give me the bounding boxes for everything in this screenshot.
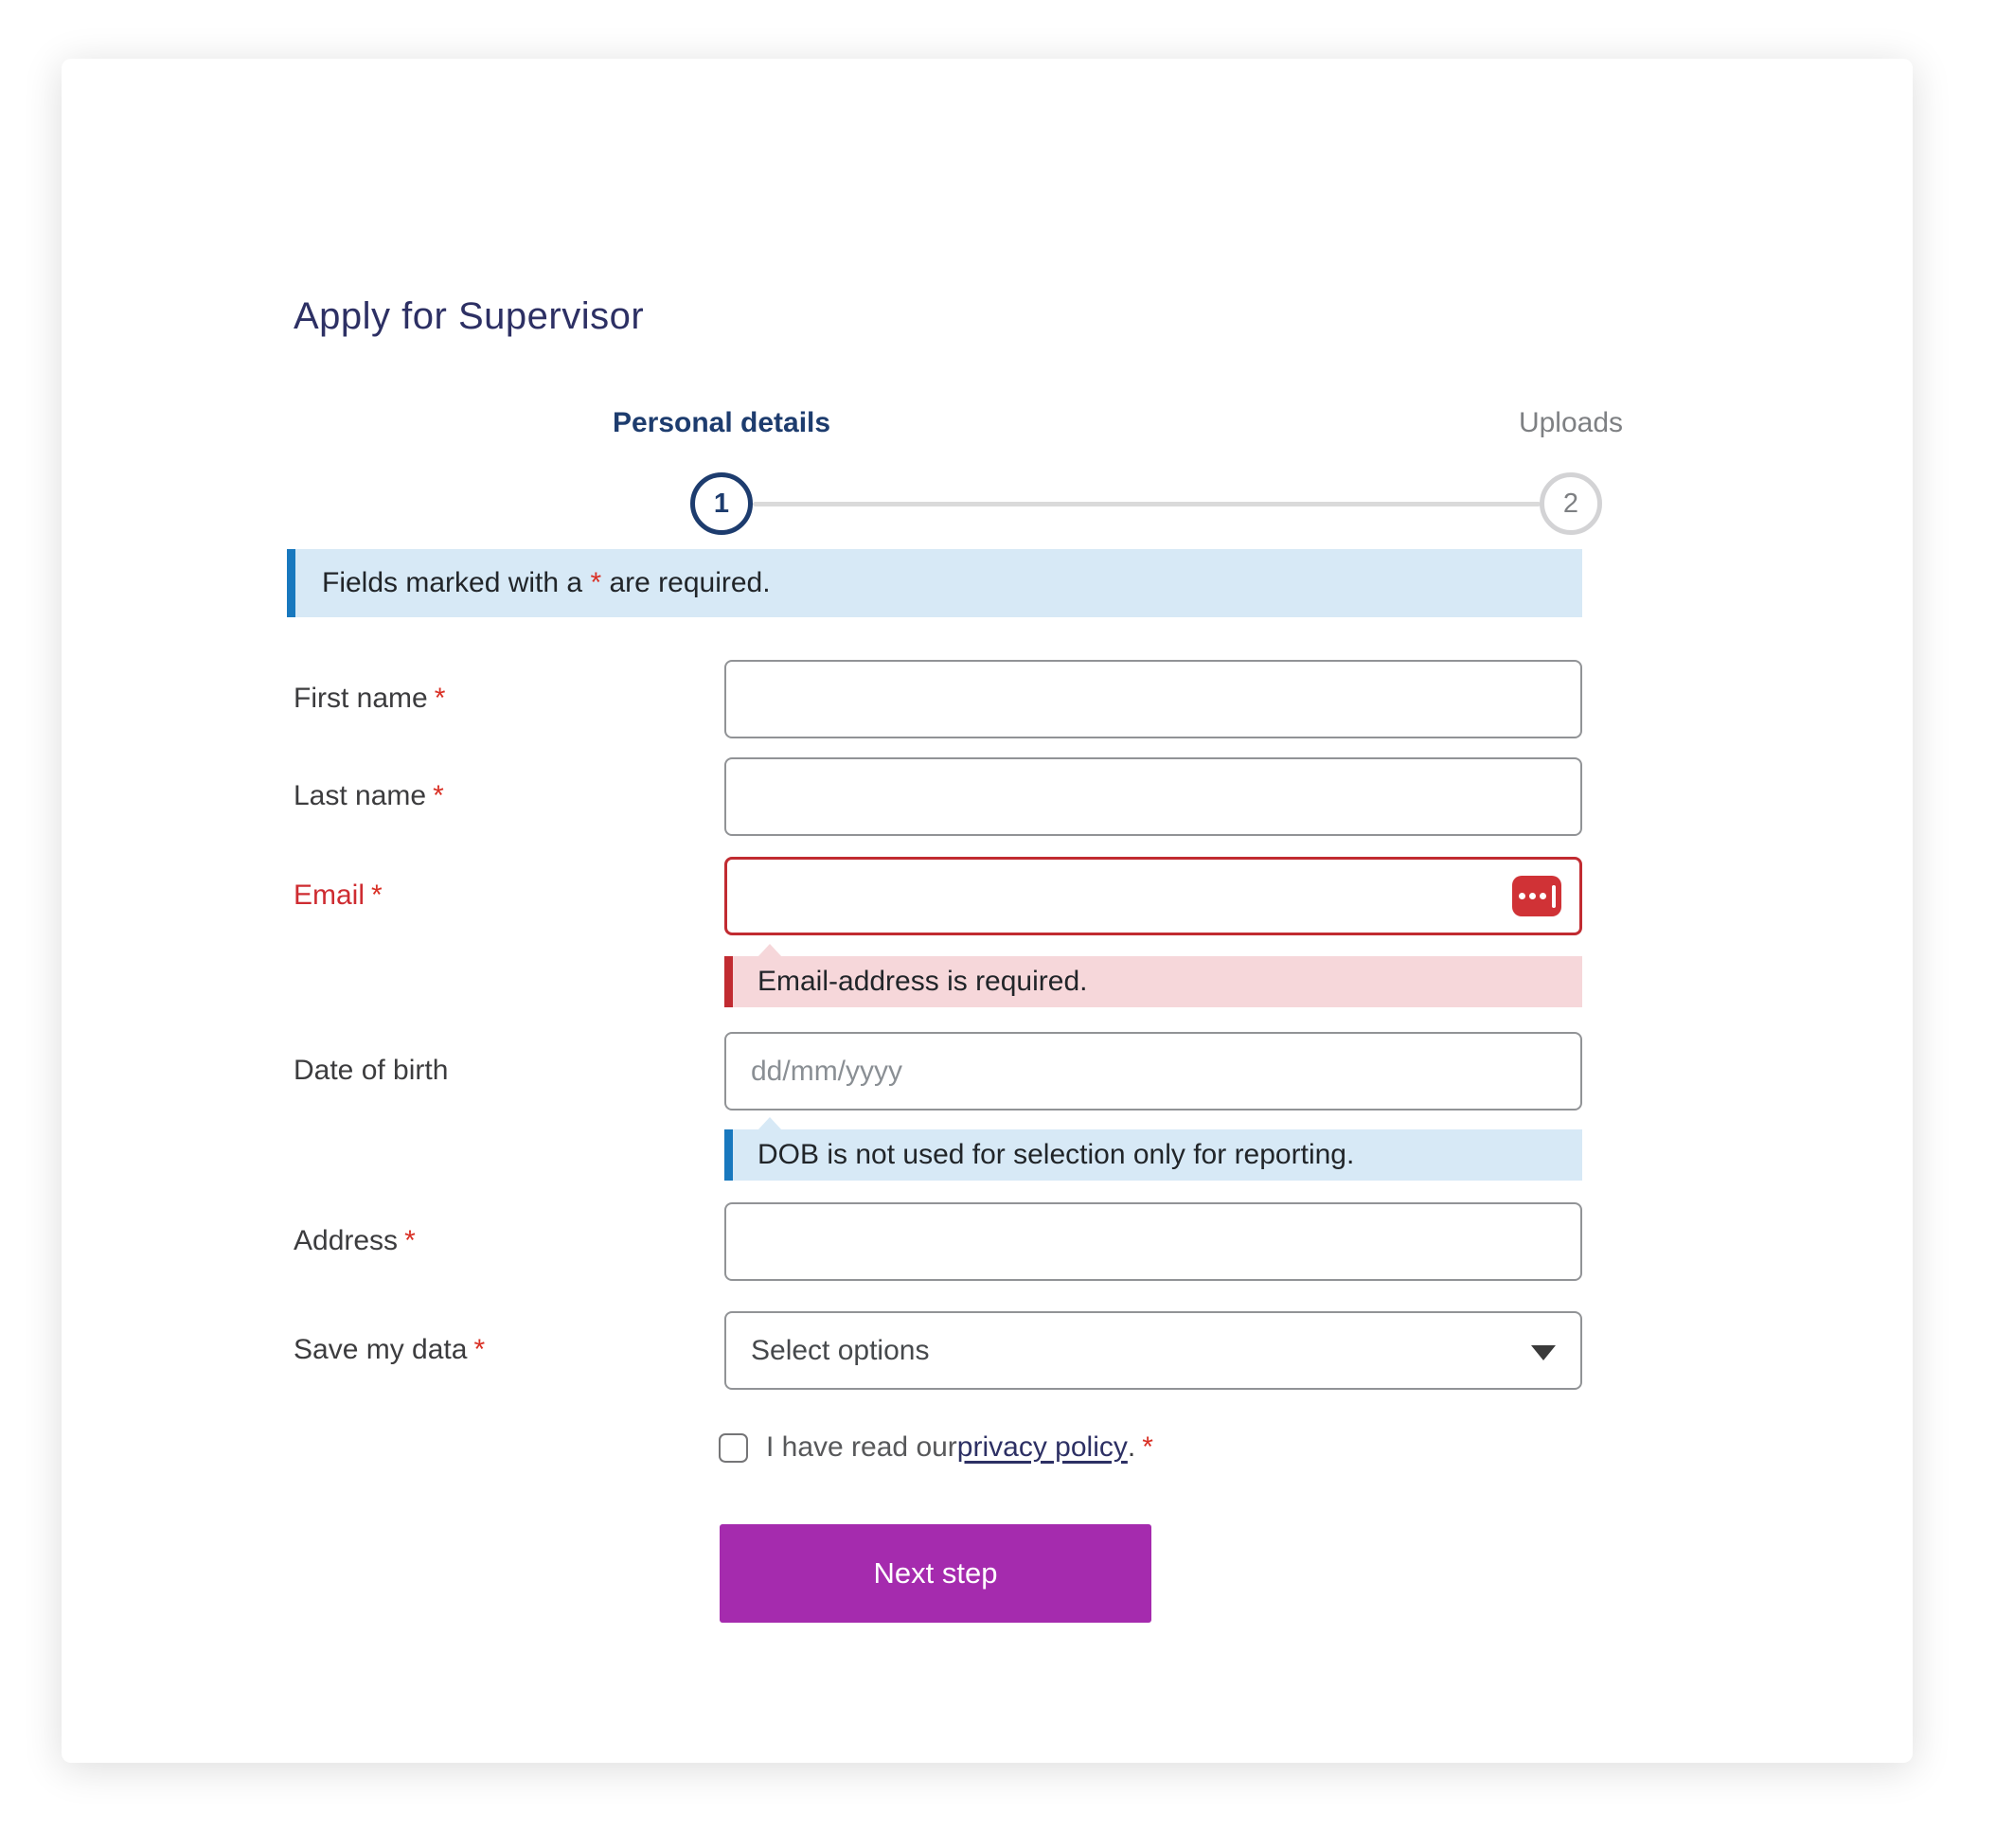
banner-text-before: Fields marked with a [322,567,590,598]
first-name-label-text: First name [294,683,428,714]
last-name-required-asterisk: * [433,780,444,811]
dob-input[interactable] [724,1032,1582,1111]
dob-note-message: DOB is not used for selection only for r… [724,1129,1582,1181]
email-required-asterisk: * [371,880,383,911]
privacy-text-prefix: I have read our [766,1431,957,1464]
dob-label: Date of birth [294,1055,448,1087]
typing-dot [1519,893,1525,899]
step-1-circle: 1 [690,472,753,535]
step-label-personal-details: Personal details [613,407,830,439]
application-form-card: Apply for Supervisor Personal details Up… [62,59,1913,1763]
privacy-policy-link[interactable]: privacy policy [957,1431,1128,1464]
email-error-message: Email-address is required. [724,956,1582,1007]
save-my-data-select[interactable]: Select options [724,1311,1582,1390]
dob-control [724,1032,1582,1111]
email-label-text: Email [294,880,365,911]
privacy-checkbox[interactable] [719,1433,748,1463]
first-name-label: First name* [294,683,445,715]
last-name-control [724,757,1582,836]
save-my-data-selected-value: Select options [751,1335,929,1367]
privacy-text-suffix: . [1128,1431,1135,1464]
step-connector-line [753,502,1541,506]
first-name-control [724,660,1582,738]
last-name-label: Last name* [294,780,444,812]
save-my-data-required-asterisk: * [473,1334,485,1365]
typing-dot [1540,893,1546,899]
save-my-data-label: Save my data* [294,1334,485,1366]
address-required-asterisk: * [404,1225,416,1256]
last-name-label-text: Last name [294,780,426,811]
address-input[interactable] [724,1202,1582,1281]
caret-down-icon [1531,1345,1556,1360]
banner-text-after: are required. [601,567,770,598]
privacy-required-asterisk: * [1142,1431,1153,1464]
banner-asterisk: * [590,567,601,598]
email-control [724,857,1582,935]
first-name-required-asterisk: * [435,683,446,714]
page-title: Apply for Supervisor [294,295,644,338]
privacy-consent-row: I have read our privacy policy.* [719,1431,1153,1464]
required-fields-banner: Fields marked with a * are required. [287,549,1582,617]
step-label-uploads: Uploads [1519,407,1623,439]
address-label: Address* [294,1225,416,1257]
typing-cursor-bar [1552,885,1556,908]
first-name-input[interactable] [724,660,1582,738]
address-control [724,1202,1582,1281]
next-step-button[interactable]: Next step [720,1524,1151,1623]
email-label: Email* [294,880,383,912]
last-name-input[interactable] [724,757,1582,836]
email-input[interactable] [724,857,1582,935]
save-my-data-label-text: Save my data [294,1334,467,1365]
typing-indicator-icon[interactable] [1512,876,1561,916]
step-2-circle: 2 [1540,472,1602,535]
stepper: Personal details Uploads 1 2 [62,407,1913,549]
typing-dot [1529,893,1536,899]
address-label-text: Address [294,1225,398,1256]
